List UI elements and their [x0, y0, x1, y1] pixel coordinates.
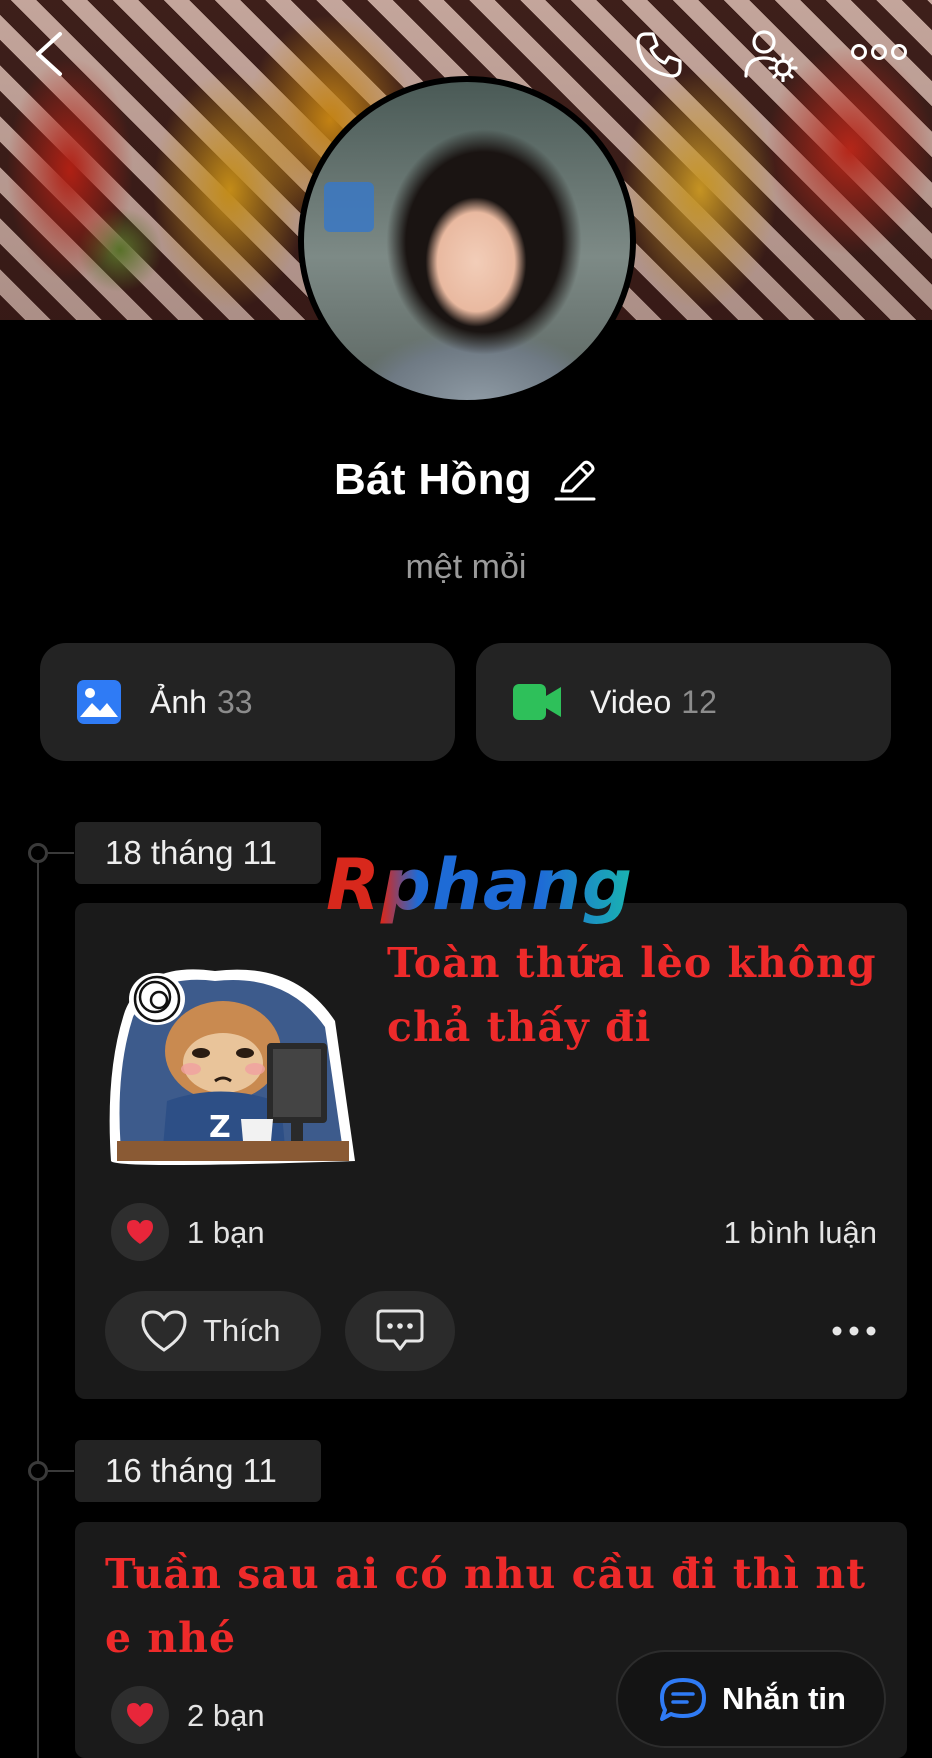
phone-icon[interactable] — [632, 28, 686, 82]
like-button[interactable]: Thích — [105, 1291, 321, 1371]
edit-pencil-icon[interactable] — [552, 457, 598, 503]
timeline-tick — [48, 1470, 74, 1472]
timeline-dot — [28, 1461, 48, 1481]
heart-outline-icon — [141, 1310, 187, 1352]
avatar-background-detail — [324, 182, 374, 232]
date-label: 16 tháng 11 — [75, 1440, 321, 1502]
heart-icon — [127, 1220, 153, 1244]
more-horizontal-icon[interactable] — [850, 40, 908, 64]
profile-bio: mệt mỏi — [405, 548, 527, 586]
photos-label: Ảnh — [150, 683, 207, 720]
reaction-count[interactable]: 1 bạn — [187, 1215, 265, 1251]
photos-count: 33 — [216, 683, 253, 720]
message-label: Nhắn tin — [722, 1681, 846, 1716]
post-text: Toàn thứa lèo không chả thấy đi — [387, 939, 877, 1051]
videos-label: Video — [590, 683, 672, 720]
more-horizontal-icon[interactable] — [831, 1321, 877, 1341]
timeline-dot — [28, 843, 48, 863]
watermark: Rphang — [326, 844, 634, 926]
comment-count[interactable]: 1 bình luận — [724, 1215, 877, 1251]
reaction-count[interactable]: 2 bạn — [187, 1698, 265, 1734]
videos-button[interactable]: Video 12 — [476, 643, 891, 761]
photos-button[interactable]: Ảnh 33 — [40, 643, 455, 761]
timeline-tick — [48, 852, 74, 854]
photo-icon — [77, 680, 121, 724]
comment-bubble-icon — [376, 1309, 424, 1351]
profile-name-row: Bát Hồng — [0, 455, 932, 505]
heart-reaction-badge[interactable] — [111, 1686, 169, 1744]
profile-settings-icon[interactable] — [742, 26, 798, 82]
avatar[interactable] — [298, 76, 636, 406]
comment-button[interactable] — [345, 1291, 455, 1371]
videos-count: 12 — [681, 683, 717, 720]
chat-bubble-icon — [660, 1678, 706, 1721]
chevron-left-icon[interactable] — [30, 30, 70, 78]
heart-icon — [127, 1703, 153, 1727]
profile-name: Bát Hồng — [334, 455, 532, 504]
sleepy-hamster-sticker: Z — [109, 969, 355, 1165]
like-label: Thích — [203, 1313, 281, 1348]
date-label: 18 tháng 11 — [75, 822, 321, 884]
svg-text:Z: Z — [209, 1110, 231, 1145]
video-camera-icon — [513, 684, 561, 720]
post-card[interactable]: Z Toàn thứa lèo không chả thấy đi 1 bạn … — [75, 903, 907, 1399]
timeline-line — [37, 852, 39, 1758]
heart-reaction-badge[interactable] — [111, 1203, 169, 1261]
message-button[interactable]: Nhắn tin — [616, 1650, 886, 1748]
